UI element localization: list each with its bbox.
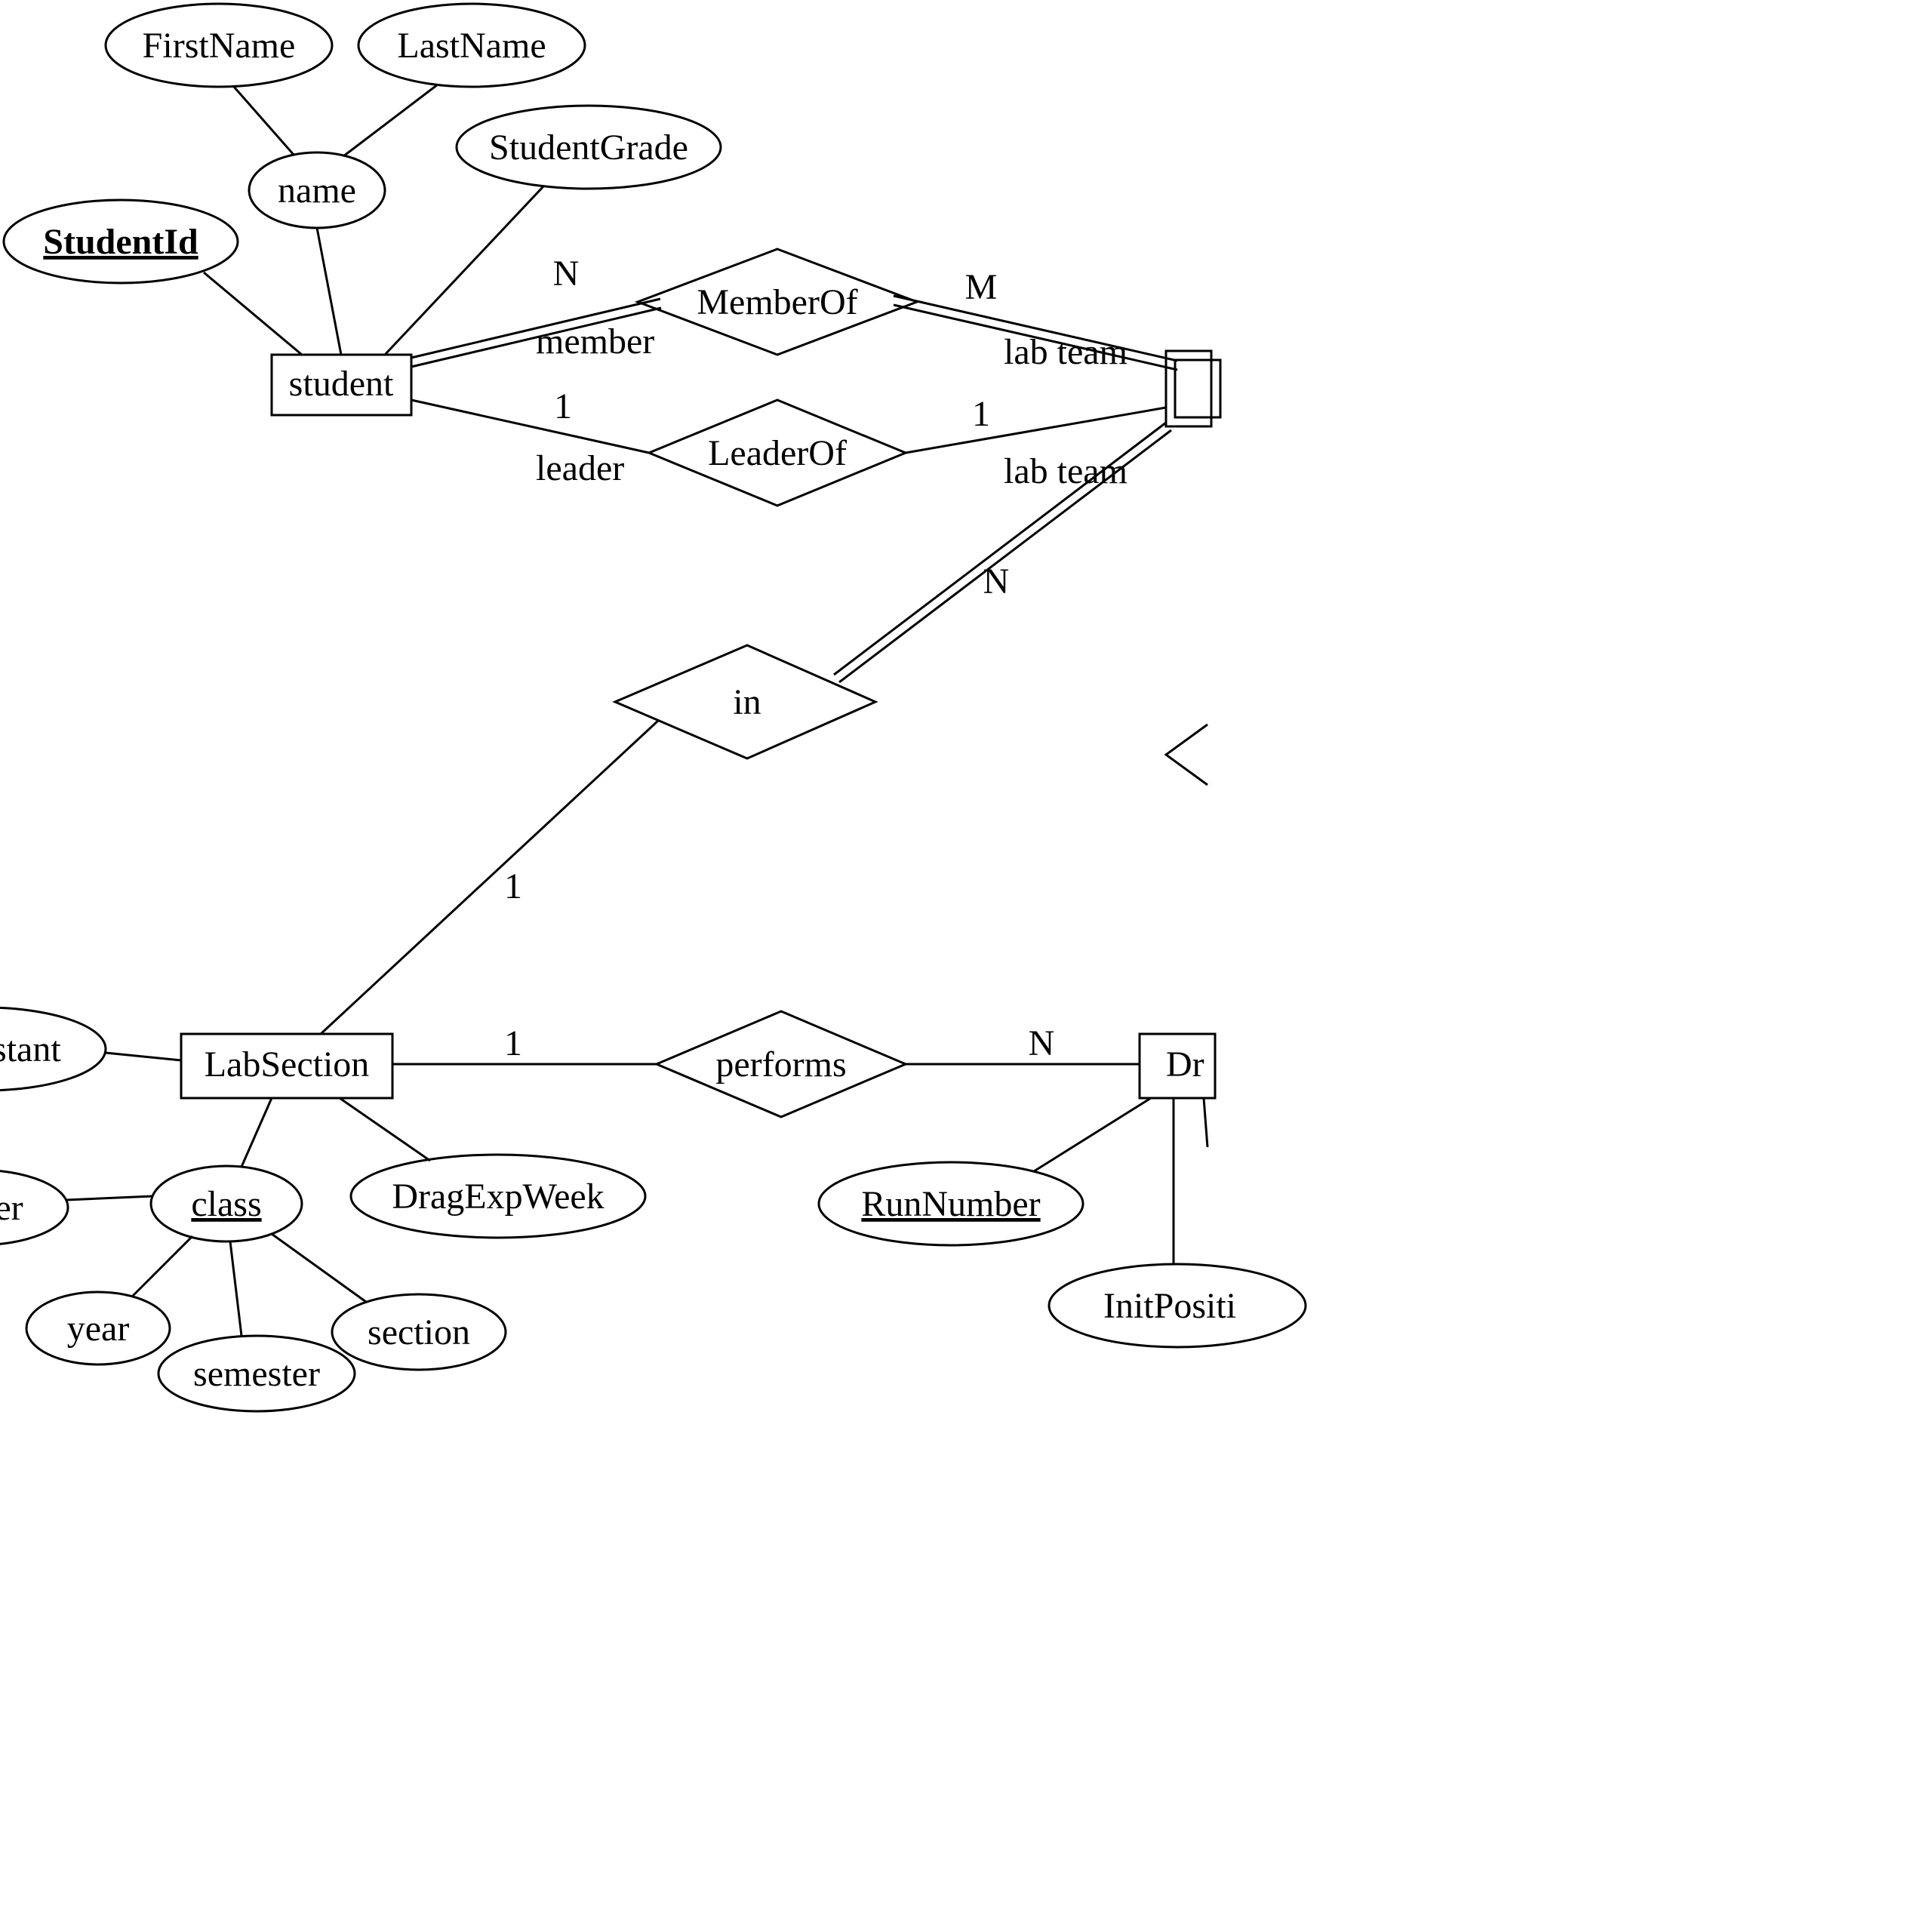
entity-labteam-outer xyxy=(1166,351,1211,426)
edge-unknown-dragexp xyxy=(1204,1098,1208,1147)
attribute-studentid-label: StudentId xyxy=(43,222,198,262)
attribute-initposition-label: InitPositi xyxy=(1103,1286,1236,1326)
attribute-firstname-label: FirstName xyxy=(143,26,296,66)
card-in-labsection: 1 xyxy=(504,866,522,906)
card-performs-dragexp: N xyxy=(1029,1023,1055,1063)
edge-year-class xyxy=(132,1236,192,1297)
attribute-section-label: section xyxy=(368,1312,470,1352)
attribute-runnumber-label: RunNumber xyxy=(861,1184,1040,1224)
role-labteam-leaderof: lab team xyxy=(1004,451,1128,491)
edge-runnumber-dragexp xyxy=(1034,1098,1151,1171)
attribute-assistant-label: ssistant xyxy=(0,1029,61,1069)
role-leader: leader xyxy=(536,448,624,488)
entity-labsection-label: LabSection xyxy=(205,1044,370,1084)
attribute-studentgrade-label: StudentGrade xyxy=(489,128,688,168)
edge-class-labsection xyxy=(242,1098,272,1167)
edge-number-class xyxy=(66,1196,152,1200)
relationship-memberof-label: MemberOf xyxy=(697,282,857,322)
edge-section-class xyxy=(272,1234,366,1302)
entity-dragexperiment-label: Dr xyxy=(1166,1044,1204,1084)
edge-leaderof-labteam xyxy=(906,408,1166,453)
role-labteam-memberof: lab team xyxy=(1004,332,1128,372)
attribute-name-label: name xyxy=(278,171,356,211)
edge-in-labsection xyxy=(321,721,658,1034)
card-performs-labsection: 1 xyxy=(504,1023,522,1063)
edge-name-last xyxy=(343,85,438,156)
edge-studentid-student xyxy=(204,272,302,355)
attribute-class-label: class xyxy=(191,1184,261,1224)
attribute-year-label: year xyxy=(67,1309,130,1349)
relationship-leaderof-label: LeaderOf xyxy=(708,433,847,473)
card-memberof-student: N xyxy=(553,254,580,294)
edge-name-student xyxy=(317,228,341,355)
edge-dragexpweek-labsection xyxy=(340,1098,430,1161)
card-leaderof-student: 1 xyxy=(554,386,572,426)
edge-semester-class xyxy=(230,1241,242,1336)
card-in-labteam: N xyxy=(983,561,1010,601)
edge-studentgrade-student xyxy=(385,186,543,355)
entity-labteam-inner xyxy=(1175,360,1220,417)
attribute-dragexpweek-label: DragExpWeek xyxy=(392,1177,604,1217)
entity-student-label: student xyxy=(289,364,394,404)
attribute-lastname-label: LastName xyxy=(397,26,546,66)
attribute-semester-label: semester xyxy=(193,1354,320,1394)
edge-student-leaderof xyxy=(411,400,649,453)
attribute-number-label: ber xyxy=(0,1188,23,1228)
card-memberof-labteam: M xyxy=(965,267,998,307)
partial-right-diamond xyxy=(1166,724,1208,785)
role-member: member xyxy=(536,321,654,361)
er-diagram: FirstName LastName name StudentId Studen… xyxy=(0,0,1932,1932)
relationship-in-label: in xyxy=(733,682,761,722)
edge-name-first xyxy=(234,87,294,155)
card-leaderof-labteam: 1 xyxy=(972,394,990,434)
edge-assistant-labsection xyxy=(106,1053,181,1060)
relationship-performs-label: performs xyxy=(715,1044,846,1084)
